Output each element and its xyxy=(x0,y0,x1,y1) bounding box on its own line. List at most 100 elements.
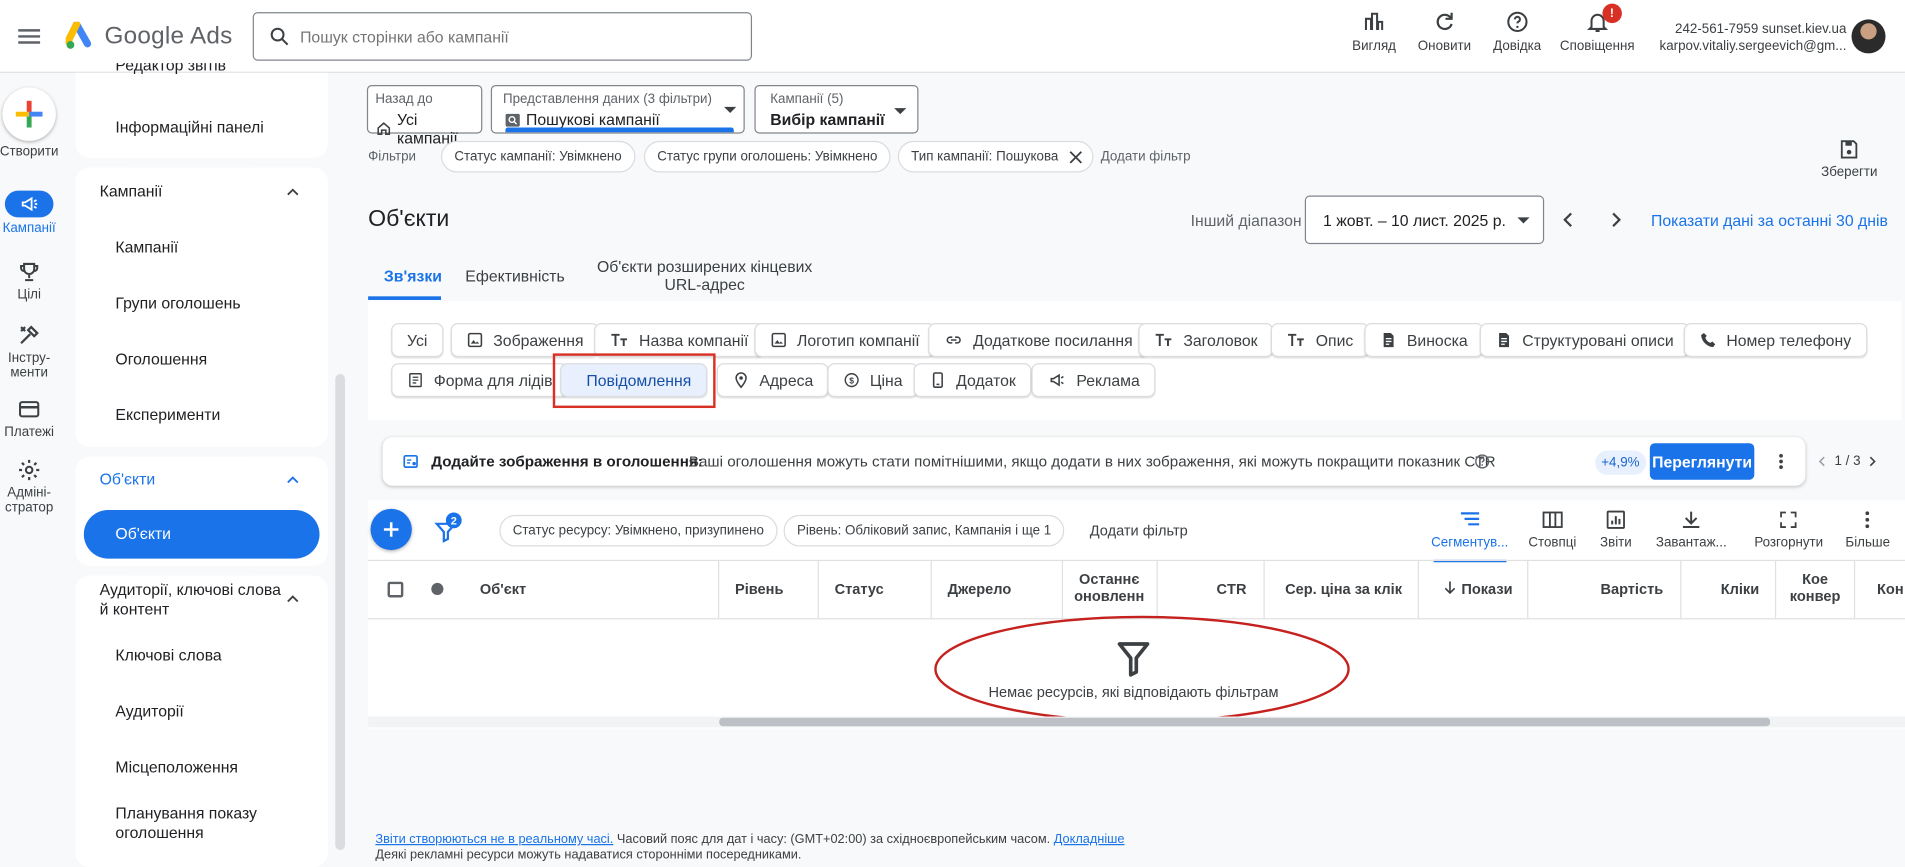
asset-type-app[interactable]: Додаток xyxy=(913,363,1032,398)
col-source[interactable]: Джерело xyxy=(948,580,1012,597)
footer-realtime-link[interactable]: Звіти створюються не в реальному часі. xyxy=(375,832,613,847)
sidebar-item-ad-schedule[interactable]: Планування показу оголошення xyxy=(115,804,285,843)
asset-type-location[interactable]: Адреса xyxy=(716,363,830,398)
asset-type-callout[interactable]: Виноска xyxy=(1364,323,1484,358)
col-ctr[interactable]: CTR xyxy=(1166,580,1247,597)
col-last-updated[interactable]: Останнє оновленн xyxy=(1069,571,1149,605)
sidebar-head-audiences[interactable]: Аудиторії, ключові слова й контент xyxy=(100,580,282,619)
refresh-button[interactable]: Оновити xyxy=(1418,10,1471,53)
rail-campaigns[interactable]: Кампанії xyxy=(0,190,58,236)
reports-button[interactable]: Звіти xyxy=(1600,510,1632,550)
google-ads-logo[interactable]: Google Ads xyxy=(65,21,233,51)
col-conversions[interactable]: Кон xyxy=(1877,580,1905,597)
col-asset[interactable]: Об'єкт xyxy=(480,580,526,597)
sidebar-item-audiences[interactable]: Аудиторії xyxy=(115,702,183,721)
sidebar-item-keywords[interactable]: Ключові слова xyxy=(115,646,221,665)
campaign-picker[interactable]: Кампанії (5) Вибір кампанії xyxy=(754,85,919,134)
date-range-picker[interactable]: 1 жовт. – 10 лист. 2025 р. xyxy=(1304,195,1545,245)
account-info[interactable]: 242-561-7959 sunset.kiev.ua karpov.vital… xyxy=(1660,21,1847,55)
dropdown-arrow-icon xyxy=(894,108,907,115)
view-button[interactable]: Вигляд xyxy=(1352,10,1396,53)
filter-chip-campaign-type[interactable]: Тип кампанії: Пошукова xyxy=(897,140,1094,173)
col-cost[interactable]: Вартість xyxy=(1537,580,1663,597)
col-avg-cpc[interactable]: Сер. ціна за клік xyxy=(1271,580,1402,597)
help-button[interactable]: Довідка xyxy=(1493,10,1541,53)
sidebar-item-locations[interactable]: Місцеположення xyxy=(115,758,238,777)
view-recommendation-button[interactable]: Переглянути xyxy=(1649,443,1755,480)
sidebar-item-campaigns[interactable]: Кампанії xyxy=(115,238,178,257)
download-button[interactable]: Завантаж... xyxy=(1656,510,1727,550)
columns-button[interactable]: Стовпці xyxy=(1528,510,1576,550)
add-asset-button[interactable] xyxy=(370,508,412,551)
asset-type-call[interactable]: Номер телефону xyxy=(1683,323,1867,358)
filter-chip-campaign-status[interactable]: Статус кампанії: Увімкнено xyxy=(441,140,636,173)
close-icon[interactable] xyxy=(1069,151,1083,164)
more-vert-icon[interactable] xyxy=(1771,451,1790,473)
rail-admin[interactable]: Адміні- стратор xyxy=(0,458,58,515)
asset-type-description[interactable]: Опис xyxy=(1270,323,1370,358)
search-input[interactable] xyxy=(300,27,714,46)
table-filter-chip-status[interactable]: Статус ресурсу: Увімкнено, призупинено xyxy=(499,514,778,547)
more-button[interactable]: Більше xyxy=(1845,510,1890,550)
asset-type-sitelink[interactable]: Додаткове посилання xyxy=(928,323,1149,358)
select-all-checkbox[interactable] xyxy=(387,581,404,598)
table-hscroll-thumb[interactable] xyxy=(719,717,1771,727)
segment-button[interactable]: Сегментув... xyxy=(1431,510,1508,563)
more-vert-icon xyxy=(1865,511,1870,529)
asset-type-business-name[interactable]: Назва компанії xyxy=(594,323,765,358)
table-add-filter[interactable]: Додати фільтр xyxy=(1090,522,1188,539)
sidebar-item-ad-groups[interactable]: Групи оголошень xyxy=(115,294,240,313)
search-box[interactable] xyxy=(252,12,753,61)
rail-billing[interactable]: Платежі xyxy=(0,397,58,440)
footer-learn-more-link[interactable]: Докладніше xyxy=(1054,832,1125,847)
chevron-up-icon[interactable] xyxy=(284,590,301,607)
back-to-picker[interactable]: Назад до Усі кампанії xyxy=(366,85,483,147)
tab-associations[interactable]: Зв'язки xyxy=(384,267,442,285)
expand-button[interactable]: Розгорнути xyxy=(1754,510,1823,550)
table-filter-chip-level[interactable]: Рівень: Обліковий запис, Кампанія і ще 1 xyxy=(783,514,1065,547)
last-30-days-link[interactable]: Показати дані за останні 30 днів xyxy=(1651,211,1888,229)
sidebar-head-campaigns[interactable]: Кампанії xyxy=(100,182,163,201)
chevron-right-icon[interactable] xyxy=(1865,454,1880,469)
chevron-left-icon[interactable] xyxy=(1815,454,1830,469)
add-filter-link[interactable]: Додати фільтр xyxy=(1101,149,1191,164)
asset-type-headline[interactable]: Заголовок xyxy=(1138,323,1274,358)
col-level[interactable]: Рівень xyxy=(735,580,783,597)
avatar[interactable] xyxy=(1851,19,1886,54)
asset-type-promotion[interactable]: Реклама xyxy=(1031,363,1156,398)
sidebar-head-assets[interactable]: Об'єкти xyxy=(100,470,156,489)
sidebar-item-experiments[interactable]: Експерименти xyxy=(115,406,220,425)
rail-goals[interactable]: Цілі xyxy=(0,260,58,302)
asset-type-structured-snippet[interactable]: Структуровані описи xyxy=(1479,323,1690,358)
filter-chip-adgroup-status[interactable]: Статус групи оголошень: Увімкнено xyxy=(643,140,891,173)
asset-type-logo[interactable]: Логотип компанії xyxy=(754,323,936,358)
sidebar-scrollbar[interactable] xyxy=(335,374,346,851)
asset-type-price[interactable]: $ Ціна xyxy=(827,363,919,398)
chevron-right-icon[interactable] xyxy=(1605,209,1627,231)
chevron-up-icon[interactable] xyxy=(284,471,301,488)
data-view-picker[interactable]: Представлення даних (3 фільтри) Пошукові… xyxy=(490,85,745,134)
create-button[interactable] xyxy=(2,87,56,141)
col-status[interactable]: Статус xyxy=(835,580,884,597)
asset-type-lead-form[interactable]: Форма для лідів xyxy=(391,363,569,398)
col-impressions[interactable]: Покази xyxy=(1428,580,1513,597)
table-filter-button[interactable]: 2 xyxy=(434,512,463,544)
sidebar-item-report-editor[interactable]: Редактор звітів xyxy=(115,63,226,78)
asset-type-image[interactable]: Зображення xyxy=(450,323,600,358)
menu-icon[interactable] xyxy=(15,22,44,51)
notifications-button[interactable]: ! Сповіщення xyxy=(1560,3,1635,53)
asset-type-all[interactable]: Усі xyxy=(391,323,444,358)
sidebar-item-dashboards[interactable]: Інформаційні панелі xyxy=(115,118,263,137)
sidebar-item-ads[interactable]: Оголошення xyxy=(115,350,207,369)
chevron-up-icon[interactable] xyxy=(284,183,301,200)
save-button[interactable]: Зберегти xyxy=(1821,138,1877,180)
gear-icon xyxy=(19,459,40,481)
tab-final-url-assets[interactable]: Об'єкти розширених кінцевих URL-адрес xyxy=(595,257,814,293)
sidebar-item-assets-active[interactable]: Об'єкти xyxy=(83,510,320,559)
help-icon[interactable] xyxy=(1474,453,1491,470)
rail-tools[interactable]: Інстру- менти xyxy=(0,323,58,380)
tab-performance[interactable]: Ефективність xyxy=(465,267,564,285)
col-conv-rate[interactable]: Кое конвер xyxy=(1788,571,1841,605)
col-clicks[interactable]: Кліки xyxy=(1689,580,1759,597)
chevron-left-icon[interactable] xyxy=(1558,209,1580,231)
